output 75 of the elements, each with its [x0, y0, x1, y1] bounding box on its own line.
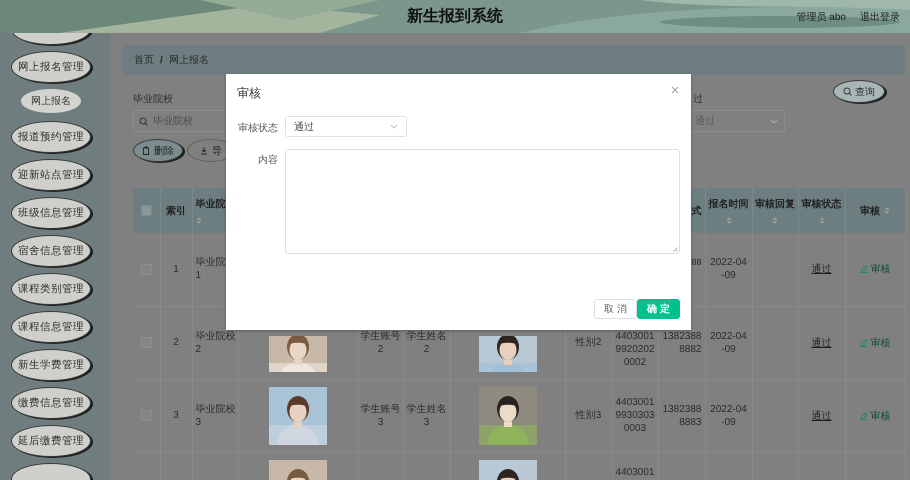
status-text: 通过: [812, 264, 832, 276]
status-text: 通过: [812, 338, 832, 348]
table-cell-text: 1382388 8883: [662, 402, 702, 428]
field-label: 审核状态: [237, 122, 279, 135]
checkbox[interactable]: [140, 205, 152, 216]
column-header[interactable]: 审核: [860, 204, 880, 218]
table-cell: 学生姓名 3: [406, 402, 448, 428]
field-label: 过: [692, 92, 704, 104]
table-cell: 4403001 9920202 0002: [614, 330, 656, 368]
sidebar-item[interactable]: 迎新站点管理: [11, 159, 91, 191]
search-icon: [139, 117, 148, 126]
close-icon: [671, 86, 679, 94]
sidebar-item[interactable]: 课程类别管理: [11, 273, 91, 305]
sidebar-item[interactable]: 报道预约管理: [11, 121, 91, 153]
table-cell-text: 毕业院校 2: [194, 330, 236, 356]
review-link[interactable]: 审核: [860, 408, 890, 422]
table-cell-text: 1382388 8882: [662, 330, 702, 356]
table-cell-text: 2022-04 -09: [709, 330, 748, 356]
sidebar-item[interactable]: 网上报名管理: [11, 51, 91, 83]
content-textarea[interactable]: [285, 149, 680, 254]
query-button[interactable]: 查询: [833, 80, 885, 103]
table-cell-text: 毕业院 1: [194, 256, 226, 282]
review-link[interactable]: 审核: [860, 262, 890, 276]
breadcrumb-separator: /: [160, 54, 163, 66]
search-icon: [843, 87, 852, 96]
download-icon: [200, 146, 208, 155]
column-header[interactable]: 报名时间: [708, 196, 748, 210]
sidebar-item[interactable]: 宿舍信息管理: [11, 235, 91, 267]
column-header[interactable]: 审核状态: [802, 196, 842, 210]
pencil-icon: [860, 338, 868, 346]
table-cell: 4403001: [614, 466, 656, 478]
chevron-down-icon: [390, 124, 398, 129]
table-cell-text: 1: [172, 262, 180, 276]
delete-button[interactable]: 删除: [133, 139, 183, 162]
table-cell: 学生账号 3: [360, 402, 400, 428]
table-cell: 4403001 9930303 0003: [614, 396, 656, 435]
column-header[interactable]: 索引: [166, 204, 186, 218]
table-cell: 学生账号 2: [360, 330, 400, 356]
table-cell-text: 性别3: [574, 409, 602, 422]
dialog-title: 审核: [237, 84, 261, 102]
app-title: 新生报到系统: [407, 6, 503, 27]
review-link[interactable]: 审核: [860, 336, 890, 350]
status-select[interactable]: 通过: [285, 116, 407, 137]
sidebar-item[interactable]: 新生学费管理: [11, 349, 91, 381]
close-button[interactable]: [671, 86, 679, 94]
sidebar-subitem[interactable]: 网上报名: [21, 89, 81, 113]
cancel-button[interactable]: 取 消: [594, 299, 637, 319]
sidebar-item[interactable]: 延后缴费管理: [11, 425, 91, 457]
sidebar-item[interactable]: 班级信息管理: [11, 197, 91, 229]
chevron-down-icon: [770, 118, 778, 124]
table-cell-text: 性别2: [574, 336, 602, 349]
table-cell-text: 2022-04 -09: [709, 256, 748, 282]
trash-icon: [142, 146, 150, 155]
status-text: 通过: [812, 410, 832, 422]
sidebar-item[interactable]: 缴费信息管理: [11, 387, 91, 419]
column-header[interactable]: 审核回复: [755, 196, 795, 210]
field-label: 毕业院校: [133, 92, 174, 104]
confirm-button[interactable]: 确 定: [637, 299, 680, 319]
sidebar-item[interactable]: 课程信息管理: [11, 311, 91, 343]
table-cell-text: 2: [172, 336, 180, 349]
column-header[interactable]: 毕业院: [196, 196, 226, 210]
breadcrumb-link[interactable]: 网上报名: [168, 53, 209, 67]
field-label: 内容: [257, 154, 279, 167]
column-header[interactable]: 式: [692, 204, 702, 218]
pencil-icon: [860, 265, 868, 274]
resize-grip-icon: [672, 246, 678, 252]
table-cell-text: 3: [172, 409, 180, 422]
table-cell-text: 2022-04 -09: [709, 402, 748, 428]
user-name: 管理员 abo: [796, 10, 846, 24]
pencil-icon: [860, 412, 868, 420]
table-cell-text: 毕业院校 3: [194, 402, 236, 428]
logout-link[interactable]: 退出登录: [860, 10, 900, 24]
breadcrumb-link[interactable]: 首页: [134, 53, 154, 67]
table-cell-text: 88: [691, 256, 702, 270]
table-cell: 学生姓名 2: [406, 330, 448, 356]
